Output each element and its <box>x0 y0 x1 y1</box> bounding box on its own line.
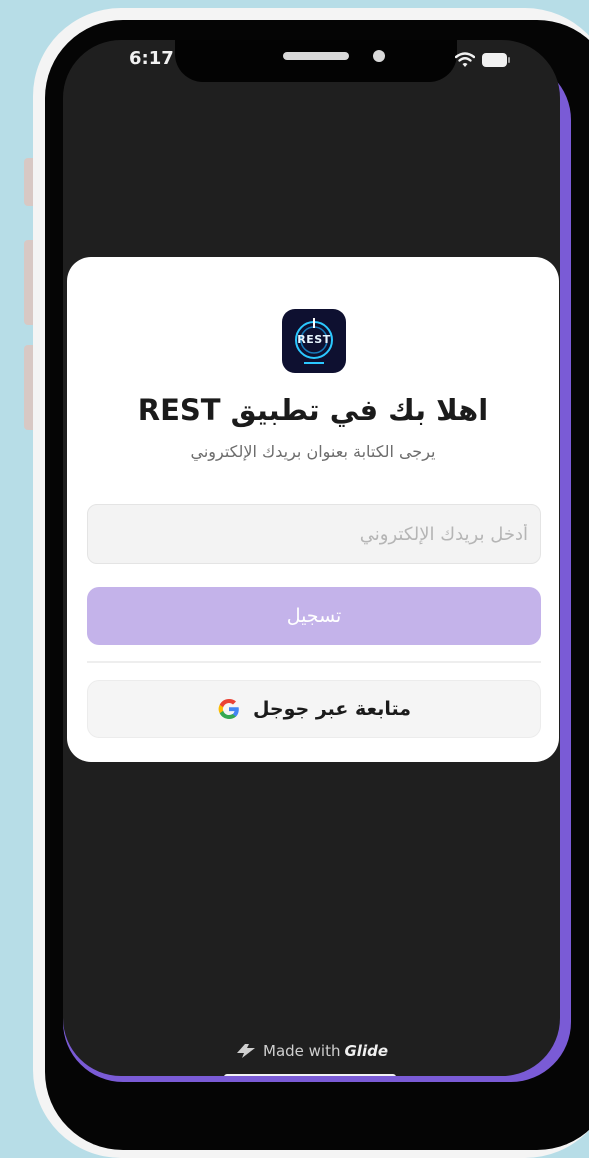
bolt-icon <box>237 1044 255 1058</box>
google-signin-button[interactable]: متابعة عبر جوجل <box>87 680 541 738</box>
phone-screen: 6:17 REST اهلا بك في تطبيق REST يرجى الك… <box>63 40 560 1076</box>
made-with-glide-credit[interactable]: Made with Glide <box>63 1042 560 1060</box>
status-time: 6:17 <box>129 48 174 69</box>
divider <box>87 661 541 663</box>
notch <box>175 40 457 82</box>
register-button[interactable]: تسجيل <box>87 587 541 645</box>
wifi-icon <box>455 52 475 67</box>
battery-icon <box>482 53 510 67</box>
home-indicator[interactable] <box>224 1074 396 1076</box>
front-camera <box>373 50 385 62</box>
made-with-text: Made with <box>263 1042 341 1060</box>
speaker-grille <box>283 52 349 60</box>
google-signin-label: متابعة عبر جوجل <box>252 698 412 720</box>
register-button-label: تسجيل <box>286 605 342 627</box>
app-logo: REST <box>282 309 346 373</box>
app-logo-text: REST <box>297 333 331 346</box>
google-icon <box>218 699 239 719</box>
welcome-subtitle: يرجى الكتابة بعنوان بريدك الإلكتروني <box>190 442 436 461</box>
welcome-title: اهلا بك في تطبيق REST <box>137 393 489 427</box>
email-field[interactable] <box>87 504 541 564</box>
login-card: REST اهلا بك في تطبيق REST يرجى الكتابة … <box>67 257 559 762</box>
glide-brand: Glide <box>344 1042 388 1060</box>
